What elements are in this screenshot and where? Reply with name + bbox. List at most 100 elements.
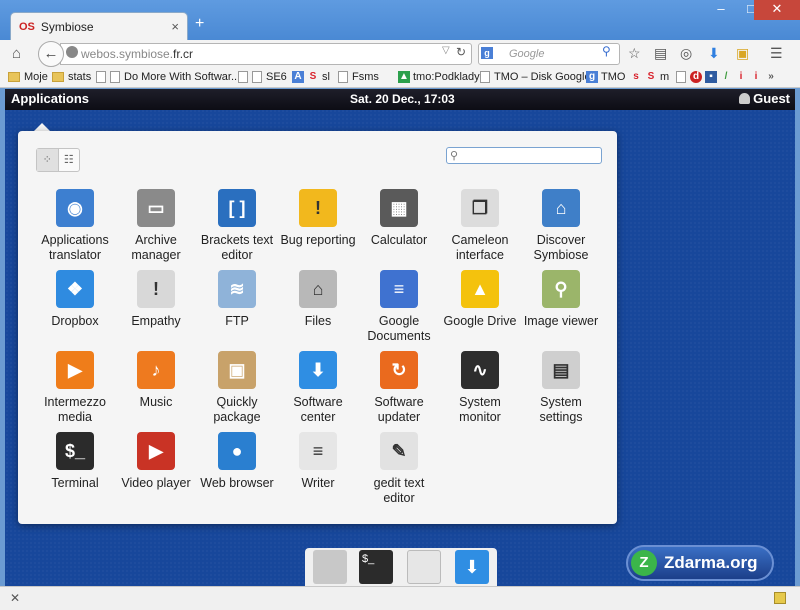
app-software-updater[interactable]: ↻ Software updater	[358, 351, 440, 425]
download-icon[interactable]: ⬇	[455, 550, 489, 584]
app-label: Web browser	[200, 476, 274, 490]
bookmark-item[interactable]: ▲ tmo:Podklady	[398, 71, 480, 83]
bookmark-item[interactable]: sSm	[630, 71, 669, 83]
app-files[interactable]: ⌂ Files	[277, 270, 359, 329]
search-engine-icon[interactable]: g	[481, 47, 493, 59]
list-view-icon[interactable]: ☷	[59, 149, 80, 171]
bookmark-favicon: A	[292, 71, 304, 83]
app-system-settings[interactable]: ▤ System settings	[520, 351, 602, 425]
url-bar[interactable]: webos.symbiose.fr.cr	[60, 43, 472, 65]
tab-title: Symbiose	[40, 19, 94, 34]
globe-icon: ◉	[56, 189, 94, 227]
dock: $_ ⬇	[305, 548, 497, 586]
browser-navbar: ⌂ webos.symbiose.fr.cr ← ▽ ↻ Google g ⚲ …	[0, 40, 800, 68]
new-tab-button[interactable]: +	[195, 15, 204, 33]
app-label: Intermezzo media	[44, 395, 106, 424]
gedit-icon: ✎	[380, 432, 418, 470]
app-quickly-package[interactable]: ▣ Quickly package	[196, 351, 278, 425]
browser-titlebar: OS Symbiose × + – □ ✕	[0, 0, 800, 40]
zdarma-logo-icon: Z	[631, 550, 657, 576]
app-bug-reporting[interactable]: ! Bug reporting	[277, 189, 359, 248]
pen-icon: /	[724, 71, 728, 82]
more-bookmarks-icon: »	[768, 71, 774, 82]
zdarma-watermark: Z Zdarma.org	[626, 545, 774, 581]
bookmark-item[interactable]: stats	[52, 71, 91, 83]
app-calculator[interactable]: ▦ Calculator	[358, 189, 440, 248]
app-label: Image viewer	[523, 314, 599, 328]
close-icon[interactable]: ✕	[10, 591, 20, 605]
bookmark-item[interactable]: Moje	[8, 71, 48, 83]
app-label: Video player	[121, 476, 191, 490]
windows-icon: ❐	[461, 189, 499, 227]
bookmark-item[interactable]: SE6	[238, 71, 287, 83]
addon-bar-icon[interactable]	[774, 592, 786, 604]
app-applications-translator[interactable]: ◉ Applications translator	[34, 189, 116, 263]
home-icon: ⌂	[542, 189, 580, 227]
folder-home-icon[interactable]	[313, 550, 347, 584]
app-empathy[interactable]: ! Empathy	[115, 270, 197, 329]
addon-icon[interactable]: ▣	[736, 45, 749, 62]
browser-tab[interactable]: OS Symbiose ×	[10, 12, 188, 40]
downloads-icon[interactable]: ⬇	[708, 45, 720, 62]
bookmark-item[interactable]: TMO – Disk Google	[480, 71, 591, 83]
folder-icon	[8, 72, 20, 82]
app-label: Software center	[293, 395, 343, 424]
app-label: Brackets text editor	[200, 233, 274, 262]
gedit-icon[interactable]	[407, 550, 441, 584]
app-terminal[interactable]: $_ Terminal	[34, 432, 116, 491]
bookmark-item[interactable]: Fsms	[338, 71, 379, 83]
app-web-browser[interactable]: ● Web browser	[196, 432, 278, 491]
user-menu[interactable]: Guest	[739, 91, 790, 106]
document-icon: ≡	[380, 270, 418, 308]
search-icon[interactable]: ⚲	[602, 44, 611, 58]
drive-icon: ▲	[398, 71, 410, 83]
home-icon[interactable]: ⌂	[12, 45, 21, 62]
app-archive-manager[interactable]: ▭ Archive manager	[115, 189, 197, 263]
bookmarks-menu-icon[interactable]: ▤	[654, 45, 667, 62]
app-system-monitor[interactable]: ∿ System monitor	[439, 351, 521, 425]
tab-close-icon[interactable]: ×	[171, 19, 179, 34]
bookmark-item[interactable]: Do More With Softwar...	[96, 71, 240, 83]
menu-icon[interactable]: ☰	[770, 45, 783, 62]
app-software-center[interactable]: ⬇ Software center	[277, 351, 359, 425]
app-dropbox[interactable]: ❖ Dropbox	[34, 270, 116, 329]
app-search-input[interactable]: ⚲	[446, 147, 602, 164]
tab-favicon: OS	[19, 20, 35, 33]
close-window-button[interactable]: ✕	[754, 0, 800, 20]
image-icon: ⚲	[542, 270, 580, 308]
app-label: Writer	[301, 476, 335, 490]
app-google-drive[interactable]: ▲ Google Drive	[439, 270, 521, 329]
app-cameleon-interface[interactable]: ❐ Cameleon interface	[439, 189, 521, 263]
page-icon	[480, 71, 490, 83]
bookmark-item[interactable]: g TMO	[586, 71, 625, 83]
app-music[interactable]: ♪ Music	[115, 351, 197, 410]
app-brackets-text-editor[interactable]: [ ] Brackets text editor	[196, 189, 278, 263]
terminal-icon[interactable]: $_	[359, 550, 393, 584]
bookmark-extra-icons[interactable]: d ▪ / i i »	[676, 71, 780, 83]
url-domain: webos.symbiose.	[81, 47, 174, 61]
app-google-documents[interactable]: ≡ Google Documents	[358, 270, 440, 344]
app-label: System settings	[539, 395, 583, 424]
download-icon: ⬇	[299, 351, 337, 389]
app-intermezzo-media[interactable]: ▶ Intermezzo media	[34, 351, 116, 425]
reload-icon[interactable]: ↻	[456, 45, 466, 59]
grid-view-icon[interactable]: ⁘	[37, 149, 59, 171]
app-video-player[interactable]: ▶ Video player	[115, 432, 197, 491]
minimize-button[interactable]: –	[706, 0, 736, 20]
clock[interactable]: Sat. 20 Dec., 17:03	[350, 92, 455, 106]
bookmark-item[interactable]: A Ssl	[292, 71, 330, 83]
applications-menu-button[interactable]: Applications	[11, 91, 89, 106]
url-history-dropdown-icon[interactable]: ▽	[442, 45, 450, 56]
app-writer[interactable]: ≡ Writer	[277, 432, 359, 491]
app-discover-symbiose[interactable]: ⌂ Discover Symbiose	[520, 189, 602, 263]
back-button[interactable]: ←	[38, 41, 64, 67]
site-identity-icon[interactable]	[66, 46, 78, 58]
sync-icon[interactable]: ◎	[680, 45, 692, 62]
app-image-viewer[interactable]: ⚲ Image viewer	[520, 270, 602, 329]
bookmark-star-icon[interactable]: ☆	[628, 45, 641, 62]
app-label: Google Documents	[367, 314, 431, 343]
search-input[interactable]: Google	[478, 43, 620, 65]
webos-topbar: Applications Sat. 20 Dec., 17:03 Guest	[5, 89, 795, 110]
app-gedit-text-editor[interactable]: ✎ gedit text editor	[358, 432, 440, 506]
app-ftp[interactable]: ≋ FTP	[196, 270, 278, 329]
